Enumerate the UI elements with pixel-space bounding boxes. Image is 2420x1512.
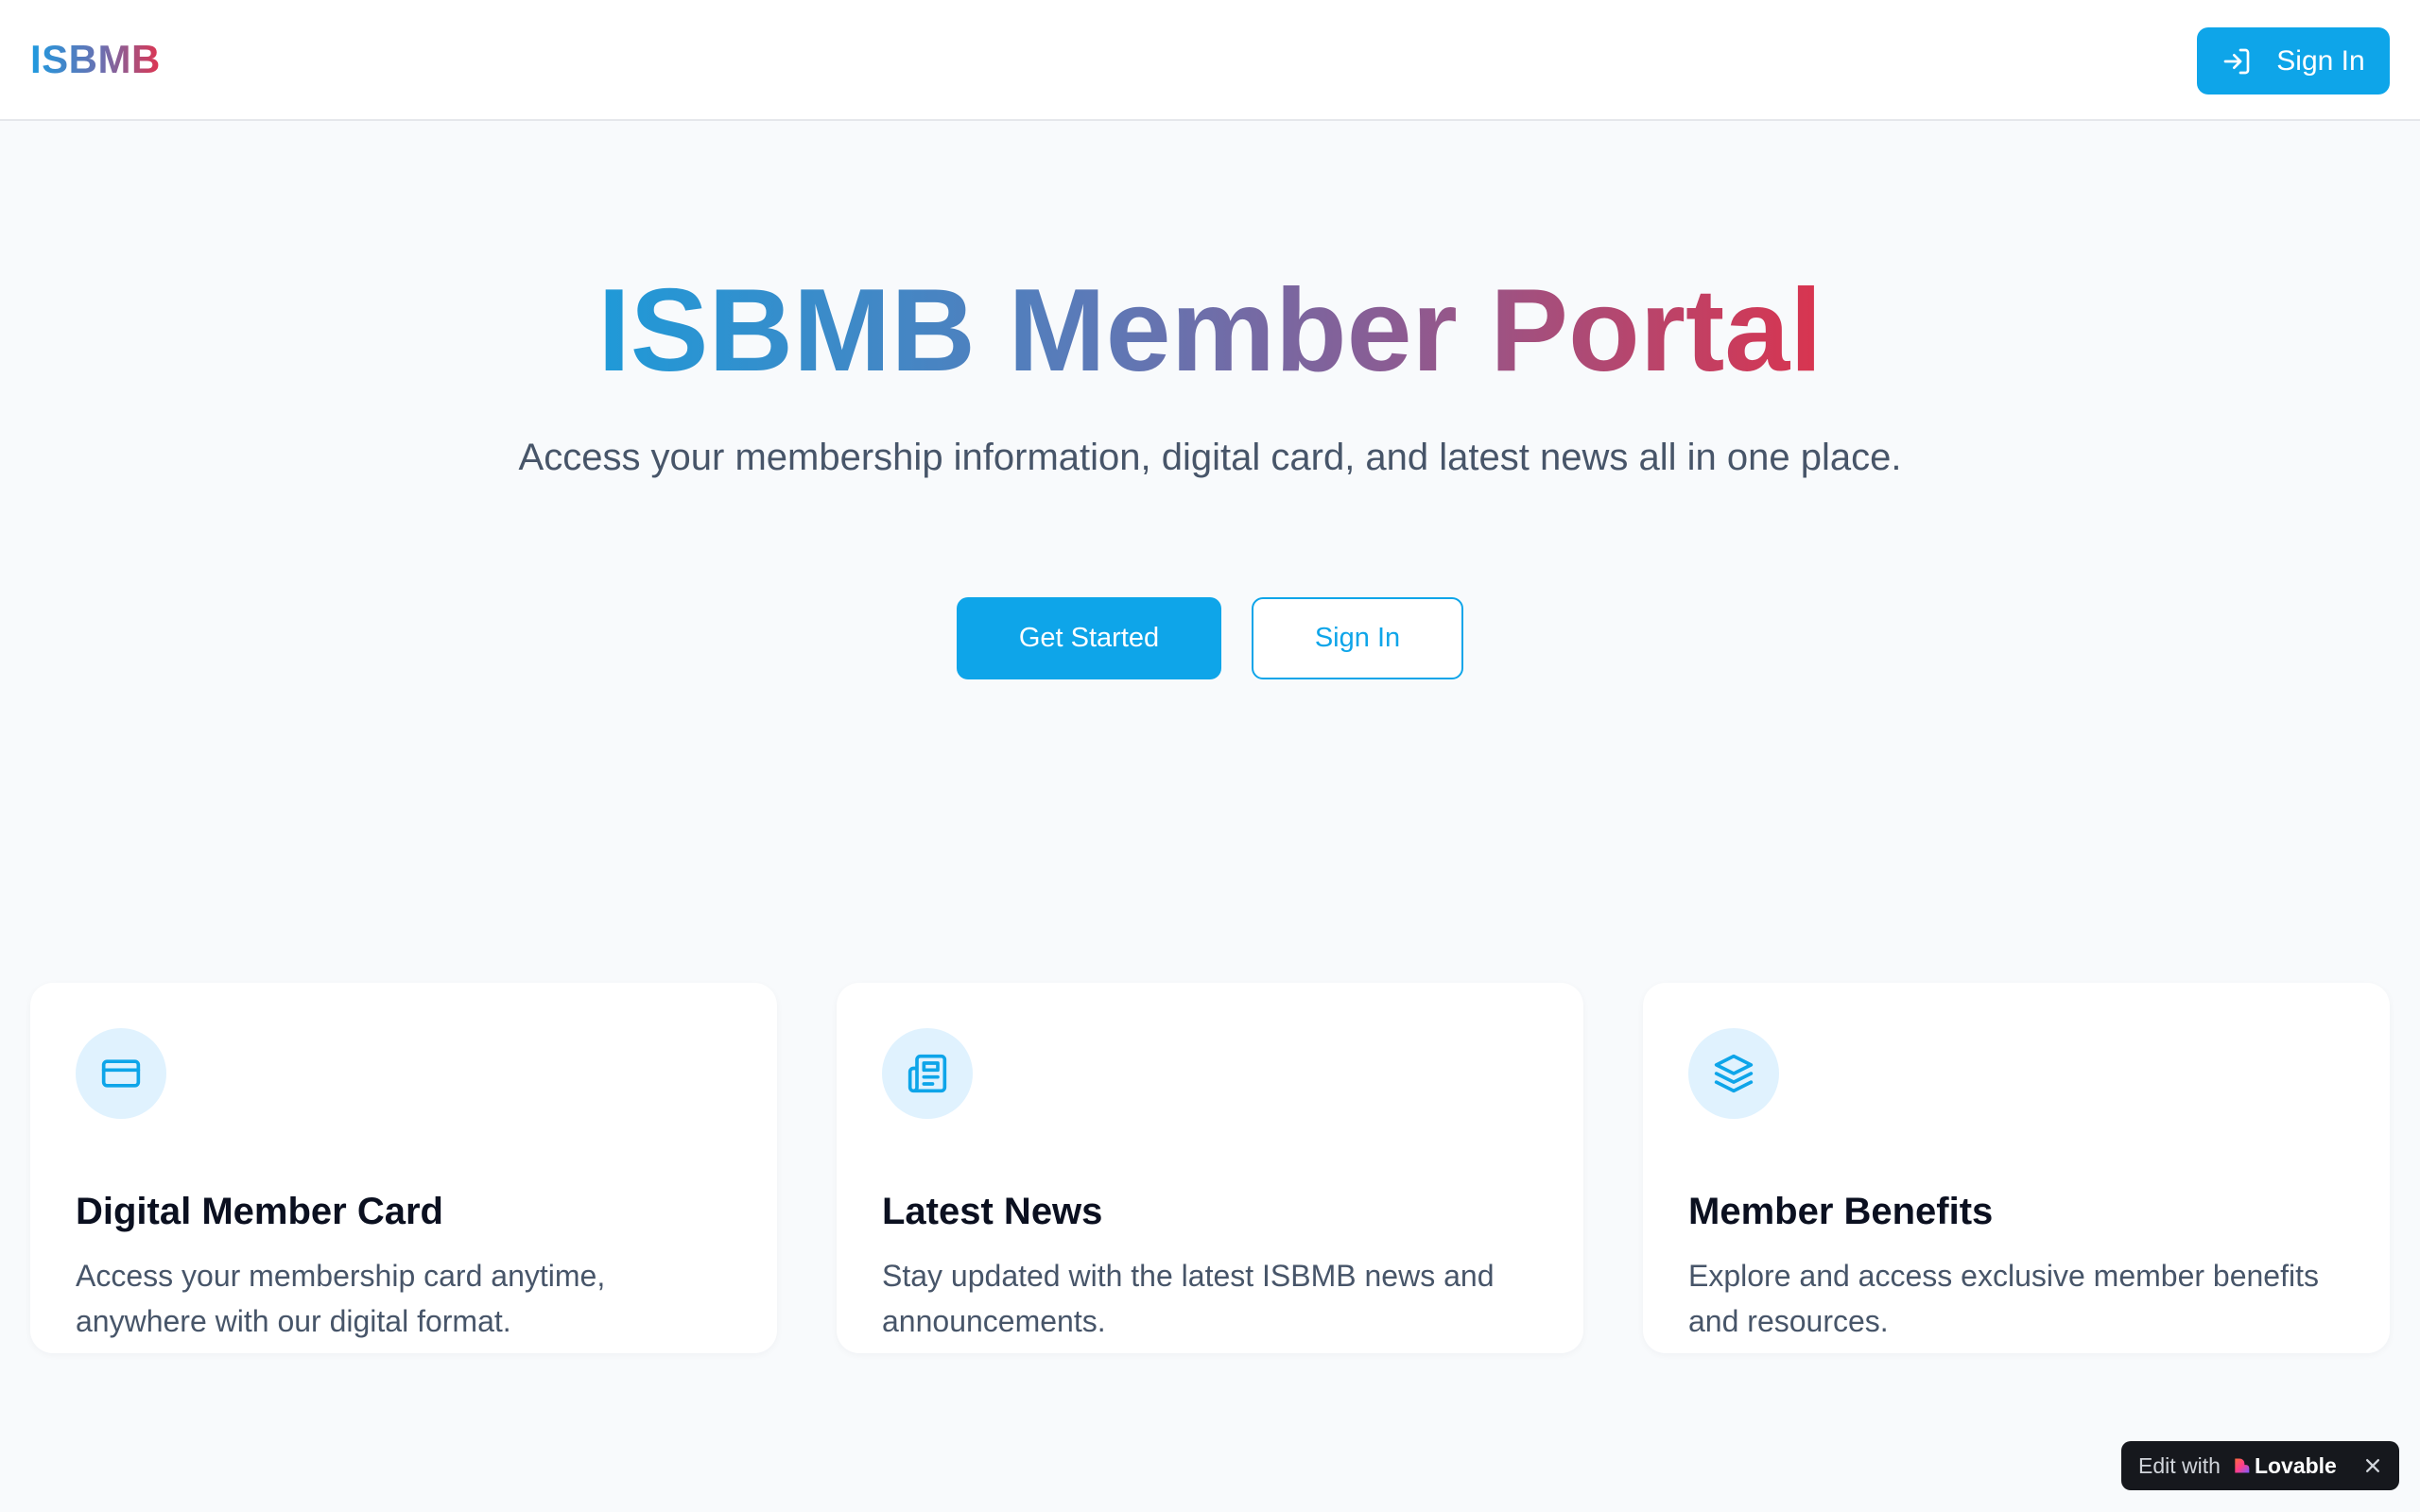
feature-description: Explore and access exclusive member bene… [1688,1259,2319,1338]
header-sign-in-button[interactable]: Sign In [2197,27,2390,94]
feature-title: Member Benefits [1688,1191,1994,1232]
feature-icon-badge [1688,1028,1779,1119]
logo[interactable]: ISBMB [30,34,161,85]
badge-prefix: Edit with [2138,1452,2221,1478]
lovable-brand: Lovable [2232,1453,2337,1479]
log-in-icon [2223,48,2250,74]
close-icon[interactable] [2360,1452,2386,1479]
get-started-button[interactable]: Get Started [957,597,1221,679]
badge-brand: Lovable [2254,1452,2337,1478]
layers-icon [1714,1054,1754,1093]
edit-with-lovable-badge[interactable]: Edit with Lovable [2121,1441,2399,1490]
page-title: ISBMB Member Portal [0,255,2420,406]
feature-card-member-benefits: Member Benefits Explore and access exclu… [1643,983,2390,1353]
credit-card-icon [101,1059,141,1088]
newspaper-icon [908,1054,947,1093]
feature-description: Access your membership card anytime, any… [76,1259,606,1338]
feature-description: Stay updated with the latest ISBMB news … [882,1259,1495,1338]
top-navbar: ISBMB Sign In [0,0,2420,121]
feature-icon-badge [76,1028,166,1119]
hero-sign-in-button[interactable]: Sign In [1252,597,1463,679]
feature-icon-badge [882,1028,973,1119]
feature-title: Digital Member Card [76,1191,443,1232]
feature-title: Latest News [882,1191,1103,1232]
lovable-heart-icon [2235,1458,2250,1473]
feature-card-digital-member-card: Digital Member Card Access your membersh… [30,983,777,1353]
feature-card-latest-news: Latest News Stay updated with the latest… [837,983,1583,1353]
page-title-text: ISBMB Member Portal [597,266,1823,396]
header-sign-in-label: Sign In [2276,44,2365,77]
hero-subtitle: Access your membership information, digi… [518,437,1902,478]
